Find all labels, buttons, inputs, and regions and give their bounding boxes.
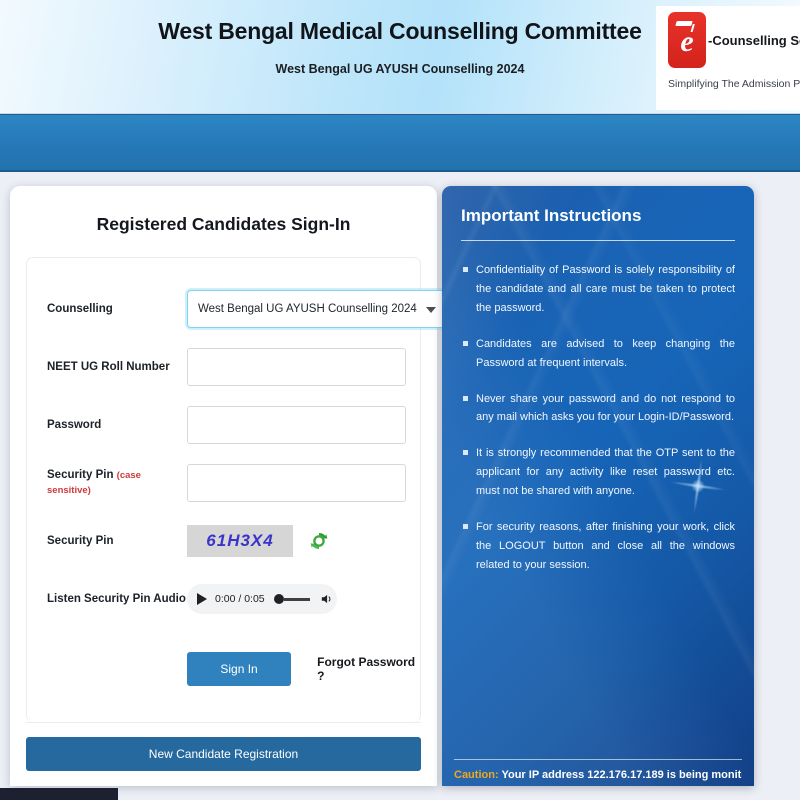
caution-divider (454, 759, 742, 760)
bullet-icon (463, 524, 468, 530)
bullet-icon (463, 395, 468, 401)
form-row-counselling: Counselling West Bengal UG AYUSH Counsel… (27, 280, 446, 338)
signin-form: Counselling West Bengal UG AYUSH Counsel… (26, 257, 446, 722)
sign-in-button[interactable]: Sign In (187, 652, 292, 686)
caution-message: Caution: Your IP address 122.176.17.189 … (454, 769, 742, 781)
roll-number-input[interactable] (187, 348, 406, 386)
form-row-password: Password (27, 396, 420, 454)
instruction-text: It is strongly recommended that the OTP … (476, 447, 735, 498)
security-pin-control (187, 464, 406, 502)
captcha-label: Security Pin (47, 534, 114, 547)
volume-knob[interactable] (273, 594, 284, 604)
volume-track[interactable] (283, 597, 310, 601)
list-item: It is strongly recommended that the OTP … (461, 444, 735, 501)
password-control (187, 406, 406, 444)
audio-control: 0:00 / 0:05 (187, 584, 406, 614)
chevron-down-icon (425, 307, 436, 313)
main-navbar[interactable] (0, 114, 800, 172)
security-pin-input[interactable] (187, 464, 406, 502)
volume-slider[interactable] (273, 594, 310, 604)
caution-area: Caution: Your IP address 122.176.17.189 … (442, 759, 754, 786)
brand-tagline: Simplifying The Admission Process (668, 78, 800, 90)
security-pin-audio-player[interactable]: 0:00 / 0:05 (187, 584, 337, 614)
bullet-icon (463, 450, 468, 456)
content-layout: Registered Candidates Sign-In Counsellin… (0, 186, 800, 786)
instructions-content: Important Instructions Confidentiality o… (442, 186, 754, 575)
caution-body: Your IP address 122.176.17.189 is being … (501, 769, 742, 781)
signin-actions: Sign In Forgot Password ? (27, 628, 420, 712)
form-row-audio: Listen Security Pin Audio 0:00 / 0:05 (27, 570, 420, 628)
brand-logo-row: e -Counselling Services (668, 12, 800, 68)
form-row-security-pin-input: Security Pin (case sensitive) (27, 454, 420, 512)
instruction-text: Confidentiality of Password is solely re… (476, 264, 735, 314)
instructions-divider (461, 240, 735, 241)
page-header: West Bengal Medical Counselling Committe… (0, 0, 800, 114)
graduation-cap-icon: e (668, 12, 706, 68)
list-item: Never share your password and do not res… (461, 390, 735, 428)
new-candidate-registration-button[interactable]: New Candidate Registration (26, 737, 421, 771)
counselling-selected-value: West Bengal UG AYUSH Counselling 2024 (198, 303, 417, 315)
list-item: For security reasons, after finishing yo… (461, 518, 735, 575)
instructions-heading: Important Instructions (461, 206, 642, 225)
signin-card: Registered Candidates Sign-In Counsellin… (10, 186, 446, 786)
list-item: Confidentiality of Password is solely re… (461, 261, 735, 318)
roll-number-label: NEET UG Roll Number (47, 360, 170, 373)
instruction-text: Candidates are advised to keep changing … (476, 337, 735, 369)
refresh-captcha-icon[interactable] (307, 529, 331, 553)
important-instructions-panel: Important Instructions Confidentiality o… (442, 186, 754, 786)
page-body: Registered Candidates Sign-In Counsellin… (0, 172, 800, 800)
password-input[interactable] (187, 406, 406, 444)
form-row-captcha: Security Pin 61H3X4 (27, 512, 420, 570)
brand-mark-letter: e (680, 25, 694, 58)
bullet-icon (463, 340, 468, 346)
password-label: Password (47, 418, 102, 431)
captcha-image: 61H3X4 (187, 525, 293, 557)
bullet-icon (463, 267, 468, 272)
counselling-label: Counselling (47, 302, 113, 315)
security-pin-label-text: Security Pin (47, 469, 114, 482)
forgot-password-link[interactable]: Forgot Password ? (317, 655, 420, 683)
play-icon[interactable] (197, 593, 207, 605)
counselling-control: West Bengal UG AYUSH Counselling 2024 (187, 290, 446, 328)
list-item: Candidates are advised to keep changing … (461, 335, 735, 373)
registration-divider (26, 722, 421, 723)
security-pin-label: Security Pin (case sensitive) (47, 468, 187, 498)
counselling-select[interactable]: West Bengal UG AYUSH Counselling 2024 (187, 290, 446, 328)
signin-heading: Registered Candidates Sign-In (96, 214, 351, 234)
instruction-text: Never share your password and do not res… (476, 392, 735, 424)
speaker-icon[interactable] (319, 592, 334, 606)
brand-name: -Counselling Services (708, 32, 800, 48)
captcha-control: 61H3X4 (187, 525, 406, 557)
taskbar-stub (0, 788, 118, 800)
audio-timestamp: 0:00 / 0:05 (215, 593, 265, 605)
form-row-roll-number: NEET UG Roll Number (27, 338, 420, 396)
brand-logo: e -Counselling Services Simplifying The … (656, 6, 800, 110)
roll-number-control (187, 348, 406, 386)
instruction-text: For security reasons, after finishing yo… (476, 521, 735, 571)
caution-keyword: Caution: (454, 769, 499, 781)
audio-label: Listen Security Pin Audio (47, 592, 186, 605)
